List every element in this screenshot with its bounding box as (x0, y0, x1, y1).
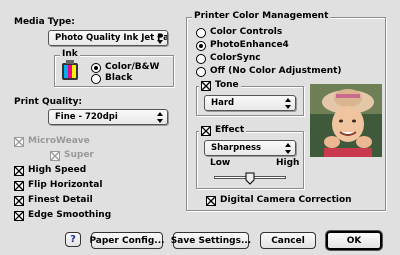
tone-value: Hard (211, 98, 235, 108)
print-quality-label: Print Quality: (14, 97, 83, 107)
ink-option-color-label: Color/B&W (105, 62, 160, 72)
cm-option-color-controls[interactable]: Color Controls (196, 27, 282, 38)
cm-option-photoenhance-label: PhotoEnhance4 (210, 40, 289, 50)
edge-smoothing-checkbox[interactable]: Edge Smoothing (14, 210, 111, 221)
effect-label: Effect (215, 125, 245, 135)
effect-popup[interactable]: Sharpness (204, 140, 296, 156)
popup-arrows-icon (155, 112, 164, 123)
check-icon (201, 81, 211, 90)
effect-checkbox[interactable]: Effect (199, 125, 247, 136)
check-icon (14, 211, 24, 220)
check-icon (206, 196, 216, 205)
print-quality-value: Fine - 720dpi (55, 112, 118, 122)
color-management-title: Printer Color Management (192, 11, 331, 22)
finest-detail-label: Finest Detail (28, 195, 93, 205)
tone-popup[interactable]: Hard (204, 95, 296, 111)
effect-check-box[interactable] (201, 125, 211, 136)
media-type-label: Media Type: (14, 17, 75, 27)
popup-arrows-icon (283, 143, 292, 154)
microweave-label: MicroWeave (28, 136, 90, 146)
digital-camera-check-box[interactable] (206, 195, 216, 206)
microweave-check-box (14, 136, 24, 147)
ink-cartridge-icon (62, 60, 78, 80)
super-label: Super (64, 150, 94, 160)
cancel-button[interactable]: Cancel (260, 232, 316, 249)
save-settings-button[interactable]: Save Settings... (171, 232, 251, 249)
ok-button[interactable]: OK (326, 231, 382, 250)
print-quality-popup[interactable]: Fine - 720dpi (48, 109, 168, 125)
photo-preview (310, 84, 382, 157)
cm-option-colorsync[interactable]: ColorSync (196, 53, 261, 64)
microweave-checkbox: MicroWeave (14, 136, 90, 147)
media-type-value: Photo Quality Ink Jet Pa... (55, 33, 168, 43)
digital-camera-checkbox[interactable]: Digital Camera Correction (206, 195, 352, 206)
cm-option-off-label: Off (No Color Adjustment) (210, 66, 342, 76)
help-button[interactable]: ? (65, 232, 81, 247)
high-speed-checkbox[interactable]: High Speed (14, 165, 86, 176)
digital-camera-label: Digital Camera Correction (220, 195, 352, 205)
ink-option-color[interactable]: Color/B&W (91, 62, 159, 73)
printer-settings-dialog: Media Type: Photo Quality Ink Jet Pa... … (0, 0, 400, 255)
ink-option-black[interactable]: Black (91, 73, 132, 84)
high-speed-label: High Speed (28, 165, 87, 175)
media-type-popup[interactable]: Photo Quality Ink Jet Pa... (48, 30, 168, 46)
high-speed-check-box[interactable] (14, 165, 24, 176)
tone-label: Tone (215, 80, 239, 90)
edge-smoothing-check-box[interactable] (14, 210, 24, 221)
tone-checkbox[interactable]: Tone (199, 80, 241, 91)
tone-check-box[interactable] (201, 80, 211, 91)
radio-black[interactable] (91, 73, 101, 84)
flip-horizontal-label: Flip Horizontal (28, 180, 103, 190)
paper-config-button[interactable]: Paper Config... (89, 232, 165, 249)
radio-off[interactable] (196, 66, 206, 77)
effect-value: Sharpness (211, 143, 262, 153)
check-icon (14, 166, 24, 175)
edge-smoothing-label: Edge Smoothing (28, 210, 112, 220)
popup-arrows-icon (283, 98, 292, 109)
cm-option-photoenhance[interactable]: PhotoEnhance4 (196, 40, 289, 51)
super-check-box (50, 150, 60, 161)
ink-option-black-label: Black (105, 73, 133, 83)
flip-horizontal-check-box[interactable] (14, 180, 24, 191)
check-icon (201, 126, 211, 135)
popup-arrows-icon (155, 33, 164, 44)
check-icon (50, 151, 60, 160)
radio-color-bw[interactable] (91, 62, 101, 73)
check-icon (14, 181, 24, 190)
cm-option-off[interactable]: Off (No Color Adjustment) (196, 66, 342, 77)
cm-option-colorsync-label: ColorSync (210, 53, 261, 63)
flip-horizontal-checkbox[interactable]: Flip Horizontal (14, 180, 102, 191)
slider-thumb[interactable] (245, 172, 255, 185)
check-icon (14, 137, 24, 146)
slider-high-label: High (276, 158, 300, 168)
finest-detail-checkbox[interactable]: Finest Detail (14, 195, 93, 206)
check-icon (14, 196, 24, 205)
super-checkbox: Super (50, 150, 94, 161)
radio-colorsync[interactable] (196, 53, 206, 64)
radio-color-controls[interactable] (196, 27, 206, 38)
finest-detail-check-box[interactable] (14, 195, 24, 206)
cm-option-color-controls-label: Color Controls (210, 27, 283, 37)
radio-photoenhance[interactable] (196, 40, 206, 51)
slider-low-label: Low (210, 158, 231, 168)
sharpness-slider[interactable] (214, 172, 286, 186)
